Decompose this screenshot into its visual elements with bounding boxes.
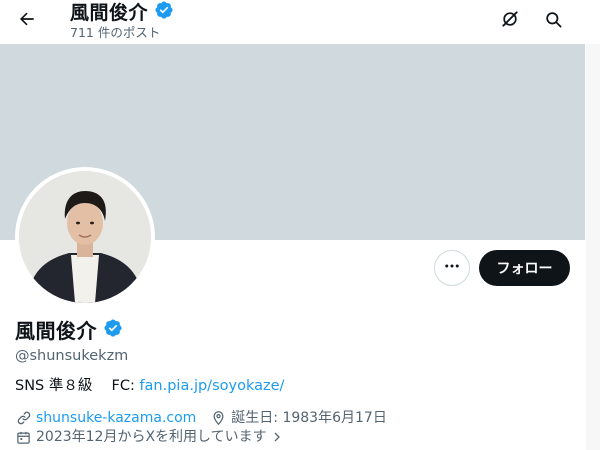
chevron-right-icon [269, 429, 286, 446]
bio-link[interactable]: fan.pia.jp/soyokaze/ [139, 378, 284, 394]
joined-row[interactable]: 2023年12月からXを利用しています [15, 428, 290, 446]
avatar-photo [19, 171, 151, 303]
arrow-left-icon [17, 9, 37, 33]
link-icon [15, 410, 32, 427]
more-horizontal-icon [443, 257, 461, 279]
top-bar: 風間俊介 711 件のポスト [0, 0, 600, 44]
grok-button[interactable] [496, 7, 524, 35]
profile-meta-row: shunsuke-kazama.com 誕生日: 1983年6月17日 [15, 409, 387, 427]
bio-text: SNS 準８級 FC: [15, 378, 140, 394]
birthday-text: 誕生日: 1983年6月17日 [231, 410, 387, 426]
profile-handle: @shunsukekzm [15, 348, 129, 364]
avatar[interactable] [15, 167, 155, 307]
verified-badge-icon[interactable] [103, 318, 123, 344]
location-pin-icon [210, 410, 227, 427]
profile-name: 風間俊介 [15, 319, 97, 343]
joined-text: 2023年12月からXを利用しています [36, 429, 267, 445]
grok-icon [500, 9, 520, 33]
follow-button[interactable]: フォロー [479, 250, 570, 286]
header-name: 風間俊介 [70, 2, 149, 24]
post-count: 711 件のポスト [70, 25, 161, 40]
calendar-icon [15, 429, 32, 446]
verified-badge-icon [154, 0, 174, 26]
back-button[interactable] [12, 6, 42, 36]
website-link[interactable]: shunsuke-kazama.com [36, 409, 196, 427]
header-title: 風間俊介 [70, 0, 174, 26]
more-options-button[interactable] [434, 250, 470, 286]
search-button[interactable] [539, 7, 567, 35]
scrollbar[interactable] [586, 44, 600, 450]
search-icon [544, 10, 563, 33]
profile-name-row: 風間俊介 [15, 318, 123, 344]
profile-bio: SNS 準８級 FC: fan.pia.jp/soyokaze/ [15, 376, 284, 396]
profile-page: 風間俊介 711 件のポスト フォロー 風間俊介 @shunsukekzm SN… [0, 0, 600, 450]
